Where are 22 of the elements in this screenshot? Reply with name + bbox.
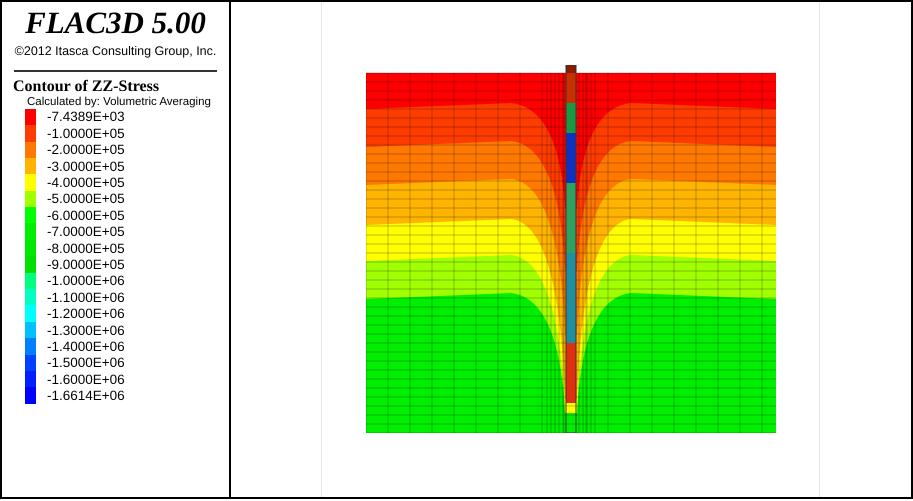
legend-label: -9.0000E+05	[47, 256, 125, 272]
legend-label: -1.3000E+06	[47, 322, 125, 338]
legend-label: -5.0000E+05	[47, 191, 125, 206]
legend-label: -1.5000E+06	[47, 355, 125, 370]
legend-subtitle: Calculated by: Volumetric Averaging	[26, 96, 212, 109]
legend-label: -7.0000E+05	[47, 224, 125, 240]
legend-label: -6.0000E+05	[47, 208, 125, 223]
legend-label: -1.2000E+06	[47, 306, 125, 322]
legend-label: -3.0000E+05	[47, 158, 125, 174]
legend-label: -2.0000E+05	[47, 142, 125, 158]
legend-label: -7.4389E+03	[47, 109, 125, 124]
legend-label: -1.6614E+06	[47, 388, 125, 404]
legend-label: -8.0000E+05	[47, 240, 125, 256]
legend-label: -4.0000E+05	[47, 175, 125, 190]
copyright-text: ©2012 Itasca Consulting Group, Inc.	[14, 43, 218, 60]
legend-title: Contour of ZZ-Stress	[12, 78, 160, 96]
app-title: FLAC3D 5.00	[24, 6, 207, 40]
legend-label: -1.0000E+06	[47, 273, 125, 288]
legend-label: -1.0000E+05	[47, 126, 125, 141]
legend-label: -1.4000E+06	[47, 338, 125, 354]
legend-label: -1.1000E+06	[47, 290, 125, 305]
legend-label: -1.6000E+06	[47, 372, 125, 387]
